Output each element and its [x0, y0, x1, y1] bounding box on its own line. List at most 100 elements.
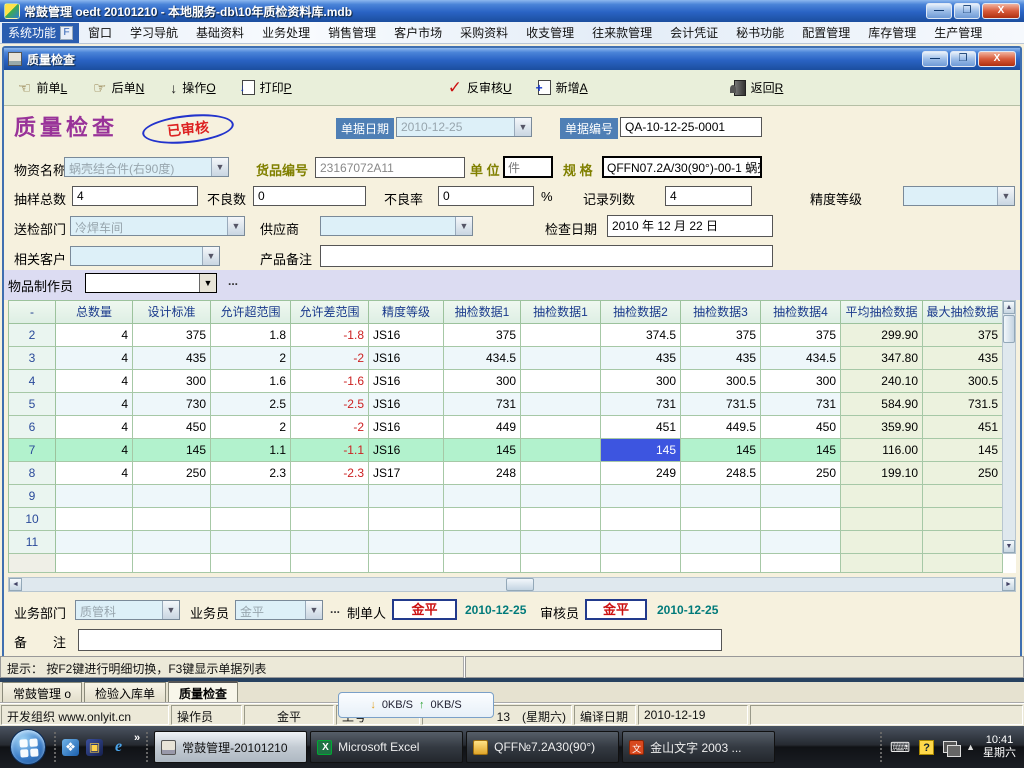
table-cell[interactable]: 248.5: [681, 462, 761, 485]
close-button[interactable]: X: [982, 3, 1020, 19]
table-cell[interactable]: [521, 324, 601, 347]
table-cell[interactable]: [761, 485, 841, 508]
next-button[interactable]: ☞后单N: [93, 79, 144, 97]
table-cell[interactable]: 4: [56, 324, 133, 347]
prev-button[interactable]: ☜前单L: [18, 79, 67, 97]
unaudit-button[interactable]: ✓反审核U: [448, 78, 512, 98]
table-cell[interactable]: [369, 485, 444, 508]
table-cell[interactable]: 300: [601, 370, 681, 393]
column-header[interactable]: 抽检数据3: [681, 301, 761, 324]
vertical-scrollbar[interactable]: ▲ ▼: [1002, 300, 1016, 554]
menu-item[interactable]: 客户市场: [385, 22, 451, 43]
table-cell[interactable]: 199.10: [841, 462, 923, 485]
table-cell[interactable]: 2.5: [211, 393, 291, 416]
table-cell[interactable]: JS16: [369, 439, 444, 462]
customer-combo[interactable]: ▼: [70, 246, 220, 266]
tab-3[interactable]: 质量检查: [168, 681, 238, 702]
defect-rate-input[interactable]: [438, 186, 534, 206]
table-cell[interactable]: 250: [133, 462, 211, 485]
table-cell[interactable]: [761, 508, 841, 531]
table-row[interactable]: 842502.3-2.3JS17248249248.5250199.10250: [8, 462, 1016, 485]
table-cell[interactable]: 730: [133, 393, 211, 416]
table-row[interactable]: 9: [8, 485, 1016, 508]
table-cell[interactable]: [923, 485, 1003, 508]
table-cell[interactable]: [133, 531, 211, 554]
column-header[interactable]: 最大抽检数据: [923, 301, 1003, 324]
minimize-button[interactable]: —: [926, 3, 952, 19]
scroll-left-icon[interactable]: ◄: [9, 578, 22, 591]
table-cell[interactable]: [601, 485, 681, 508]
table-cell[interactable]: -2: [291, 347, 369, 370]
product-remark-input[interactable]: [320, 245, 773, 267]
column-header[interactable]: 平均抽检数据: [841, 301, 923, 324]
table-row[interactable]: 443001.6-1.6JS16300300300.5300240.10300.…: [8, 370, 1016, 393]
table-cell[interactable]: [681, 531, 761, 554]
menu-item[interactable]: 库存管理: [859, 22, 925, 43]
table-cell[interactable]: 4: [56, 347, 133, 370]
ie-icon[interactable]: e: [110, 739, 127, 756]
table-cell[interactable]: [56, 531, 133, 554]
table-cell[interactable]: [601, 508, 681, 531]
table-cell[interactable]: [56, 508, 133, 531]
column-header[interactable]: 抽检数据2: [601, 301, 681, 324]
table-cell[interactable]: 450: [761, 416, 841, 439]
tab-1[interactable]: 常鼓管理 o: [2, 682, 82, 702]
table-cell[interactable]: 451: [923, 416, 1003, 439]
table-cell[interactable]: 435: [923, 347, 1003, 370]
menu-item[interactable]: 业务处理: [253, 22, 319, 43]
clerk-more[interactable]: ...: [330, 602, 340, 616]
table-cell[interactable]: 347.80: [841, 347, 923, 370]
record-cols-input[interactable]: [665, 186, 752, 206]
table-cell[interactable]: -2: [291, 416, 369, 439]
help-tray-icon[interactable]: ?: [919, 740, 934, 755]
table-cell[interactable]: 145: [923, 439, 1003, 462]
menu-item[interactable]: 配置管理: [793, 22, 859, 43]
table-cell[interactable]: [369, 531, 444, 554]
table-cell[interactable]: [923, 531, 1003, 554]
dept-combo[interactable]: 冷焊车间▼: [70, 216, 245, 236]
table-cell[interactable]: 435: [133, 347, 211, 370]
maker-combo[interactable]: ▼: [85, 273, 217, 293]
scroll-right-icon[interactable]: ►: [1002, 578, 1015, 591]
supplier-combo[interactable]: ▼: [320, 216, 473, 236]
table-cell[interactable]: [291, 508, 369, 531]
taskbar-button[interactable]: 金山文字 2003 ...: [622, 731, 775, 763]
taskbar-button[interactable]: 常鼓管理-20101210: [154, 731, 307, 763]
table-cell[interactable]: 299.90: [841, 324, 923, 347]
defect-input[interactable]: [253, 186, 366, 206]
table-cell[interactable]: [521, 393, 601, 416]
table-row[interactable]: 741451.1-1.1JS16145145145145116.00145: [8, 439, 1016, 462]
table-cell[interactable]: 145: [444, 439, 521, 462]
start-button[interactable]: [10, 729, 46, 765]
table-cell[interactable]: 145: [133, 439, 211, 462]
table-cell[interactable]: 731.5: [923, 393, 1003, 416]
table-cell[interactable]: 449.5: [681, 416, 761, 439]
taskbar-button[interactable]: QFF№7.2A30(90°): [466, 731, 619, 763]
tray-expand-icon[interactable]: ▲: [966, 742, 975, 752]
table-cell[interactable]: [841, 508, 923, 531]
note-input[interactable]: [78, 629, 722, 651]
table-cell[interactable]: 374.5: [601, 324, 681, 347]
table-cell[interactable]: -1.6: [291, 370, 369, 393]
doc-close-button[interactable]: X: [978, 51, 1016, 67]
table-cell[interactable]: JS16: [369, 416, 444, 439]
table-cell[interactable]: 4: [56, 439, 133, 462]
horizontal-scrollbar[interactable]: ◄ ►: [8, 577, 1016, 592]
table-cell[interactable]: 4: [56, 370, 133, 393]
column-header[interactable]: 允许超范围: [211, 301, 291, 324]
clerk-combo[interactable]: 金平▼: [235, 600, 323, 620]
precision-combo[interactable]: ▼: [903, 186, 1015, 206]
table-cell[interactable]: 434.5: [444, 347, 521, 370]
table-cell[interactable]: [761, 531, 841, 554]
cascade-windows-icon[interactable]: [943, 741, 957, 753]
table-cell[interactable]: 375: [444, 324, 521, 347]
table-cell[interactable]: 731: [761, 393, 841, 416]
table-cell[interactable]: JS16: [369, 393, 444, 416]
column-header[interactable]: 抽检数据1: [444, 301, 521, 324]
taskbar-clock[interactable]: 10:41 星期六: [983, 734, 1024, 760]
table-cell[interactable]: [211, 508, 291, 531]
table-cell[interactable]: 300.5: [681, 370, 761, 393]
menu-item[interactable]: 学习导航: [121, 22, 187, 43]
menu-item[interactable]: 采购资料: [451, 22, 517, 43]
table-row[interactable]: 547302.5-2.5JS16731731731.5731584.90731.…: [8, 393, 1016, 416]
